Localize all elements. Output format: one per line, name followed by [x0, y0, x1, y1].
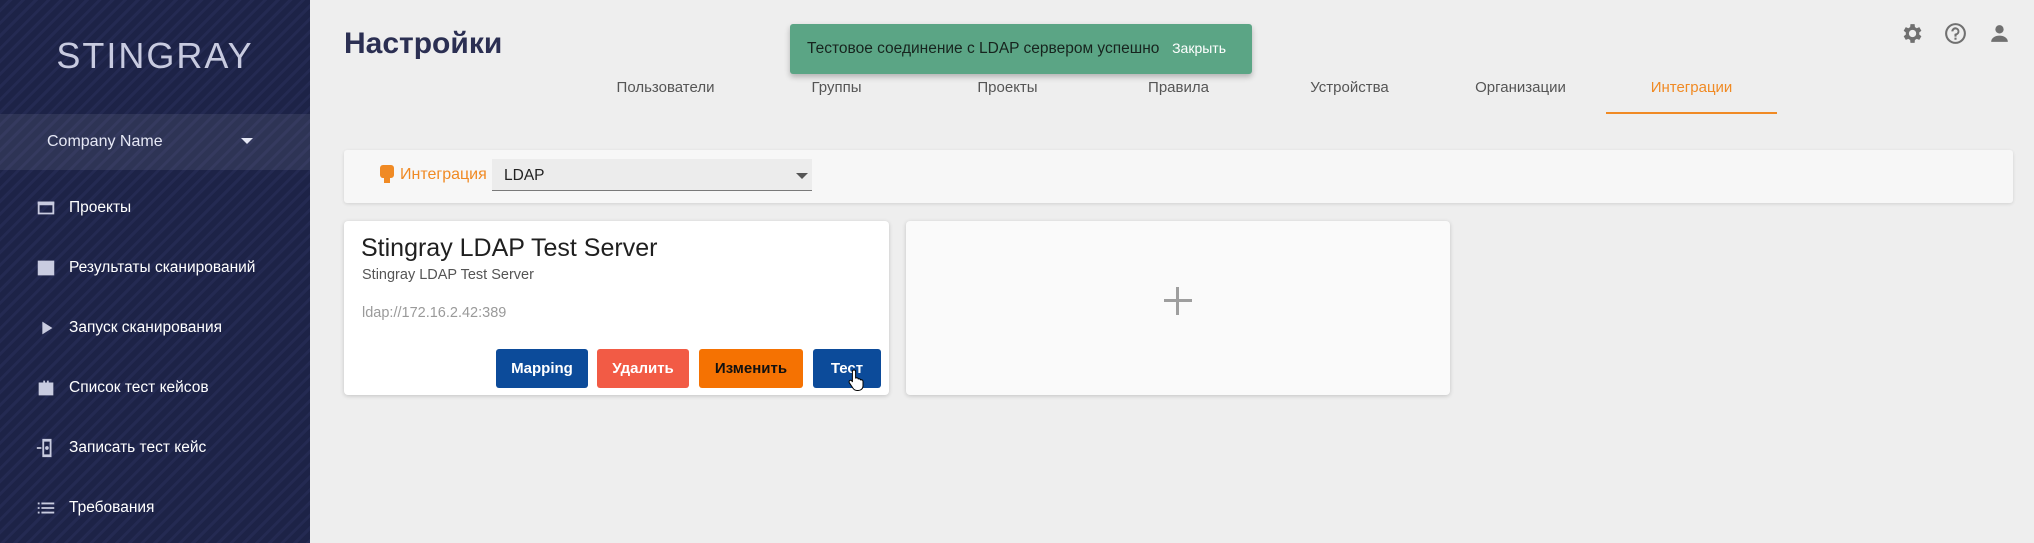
- record-device-icon: [34, 436, 58, 460]
- toast-close-button[interactable]: Закрыть: [1172, 40, 1226, 56]
- tab-projects[interactable]: Проекты: [922, 70, 1093, 114]
- tab-groups[interactable]: Группы: [751, 70, 922, 114]
- add-integration-card[interactable]: [906, 221, 1450, 395]
- edit-button[interactable]: Изменить: [699, 349, 803, 388]
- settings-tabs: Пользователи Группы Проекты Правила Устр…: [580, 70, 1777, 114]
- page-title: Настройки: [344, 27, 503, 60]
- company-selector[interactable]: Company Name: [0, 114, 310, 170]
- sidebar-item-label: Требования: [69, 499, 155, 516]
- gear-icon[interactable]: [1898, 20, 1924, 46]
- brand-logo: STINGRAY: [56, 35, 254, 76]
- briefcase-icon: [34, 376, 58, 400]
- integration-bar: Интеграция LDAP: [344, 150, 2013, 203]
- tab-devices[interactable]: Устройства: [1264, 70, 1435, 114]
- sidebar-item-test-cases[interactable]: Список тест кейсов: [0, 358, 310, 418]
- projects-icon: [34, 196, 58, 220]
- integration-select[interactable]: LDAP: [492, 159, 812, 191]
- account-icon[interactable]: [1986, 20, 2012, 46]
- chevron-down-icon: [796, 173, 808, 179]
- toast-message: Тестовое соединение с LDAP сервером успе…: [807, 40, 1160, 57]
- sidebar-item-projects[interactable]: Проекты: [0, 178, 310, 238]
- play-icon: [34, 316, 58, 340]
- ldap-server-card: Stingray LDAP Test Server Stingray LDAP …: [344, 221, 889, 395]
- success-toast: Тестовое соединение с LDAP сервером успе…: [790, 24, 1252, 74]
- sidebar-item-label: Список тест кейсов: [69, 379, 209, 396]
- sidebar-item-label: Запуск сканирования: [69, 319, 223, 336]
- sidebar: STINGRAY Company Name Проекты Результаты…: [0, 0, 310, 543]
- sidebar-nav: Проекты Результаты сканирований Запуск с…: [0, 178, 310, 538]
- server-title: Stingray LDAP Test Server: [361, 234, 658, 262]
- plus-icon: [1164, 287, 1192, 315]
- tab-users[interactable]: Пользователи: [580, 70, 751, 114]
- chevron-down-icon: [241, 138, 253, 144]
- tab-integrations[interactable]: Интеграции: [1606, 70, 1777, 114]
- scan-results-icon: [34, 256, 58, 280]
- sidebar-item-requirements[interactable]: Требования: [0, 478, 310, 538]
- delete-button[interactable]: Удалить: [597, 349, 689, 388]
- hand-cursor-icon: [848, 369, 864, 391]
- integration-selected-value: LDAP: [504, 167, 545, 184]
- sidebar-item-start-scan[interactable]: Запуск сканирования: [0, 298, 310, 358]
- test-button[interactable]: Тест: [813, 349, 881, 388]
- server-url: ldap://172.16.2.42:389: [362, 305, 507, 321]
- company-name: Company Name: [47, 133, 163, 150]
- mapping-button[interactable]: Mapping: [496, 349, 588, 388]
- tab-rules[interactable]: Правила: [1093, 70, 1264, 114]
- integration-badge-icon: [380, 165, 394, 183]
- header-actions: [1898, 20, 2012, 46]
- server-subtitle: Stingray LDAP Test Server: [362, 267, 534, 283]
- integration-label: Интеграция: [400, 166, 487, 183]
- sidebar-item-scan-results[interactable]: Результаты сканирований: [0, 238, 310, 298]
- help-icon[interactable]: [1942, 20, 1968, 46]
- tab-organizations[interactable]: Организации: [1435, 70, 1606, 114]
- list-icon: [34, 496, 58, 520]
- sidebar-item-label: Результаты сканирований: [69, 259, 256, 276]
- sidebar-item-record-test-case[interactable]: Записать тест кейс: [0, 418, 310, 478]
- sidebar-item-label: Проекты: [69, 199, 132, 216]
- sidebar-item-label: Записать тест кейс: [69, 439, 207, 456]
